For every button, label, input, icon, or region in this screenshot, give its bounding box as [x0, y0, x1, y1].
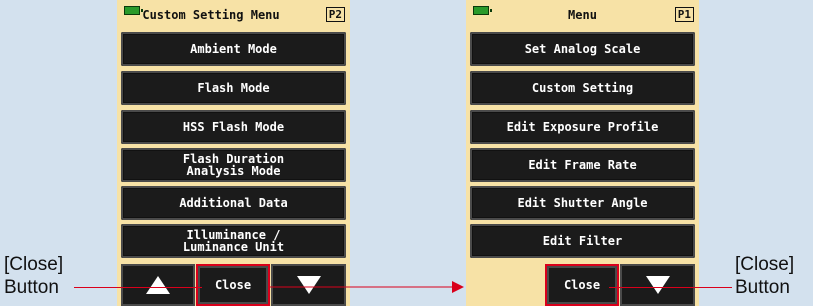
left-callout-label: [Close] Button — [4, 253, 63, 299]
menu-item-flash-duration-analysis-mode[interactable]: Flash Duration Analysis Mode — [121, 148, 346, 182]
page-indicator: P2 — [325, 7, 345, 22]
menu-item-additional-data[interactable]: Additional Data — [121, 186, 346, 220]
connector-arrow-icon — [270, 281, 464, 293]
menu-item-hss-flash-mode[interactable]: HSS Flash Mode — [121, 110, 346, 144]
screen-header: Menu P1 — [466, 0, 699, 27]
triangle-down-icon — [645, 276, 670, 294]
menu-item-custom-setting[interactable]: Custom Setting — [470, 71, 695, 105]
page-indicator: P1 — [674, 7, 694, 22]
custom-setting-menu-screen: Custom Setting Menu P2 Ambient Mode Flas… — [117, 0, 350, 306]
menu-item-illuminance-luminance-unit[interactable]: Illuminance / Luminance Unit — [121, 224, 346, 258]
screen-title: Menu — [568, 8, 597, 22]
menu-screen: Menu P1 Set Analog Scale Custom Setting … — [466, 0, 699, 306]
menu-item-edit-exposure-profile[interactable]: Edit Exposure Profile — [470, 110, 695, 144]
menu-item-set-analog-scale[interactable]: Set Analog Scale — [470, 32, 695, 66]
menu-item-edit-filter[interactable]: Edit Filter — [470, 224, 695, 258]
menu-item-edit-shutter-angle[interactable]: Edit Shutter Angle — [470, 186, 695, 220]
right-callout-label: [Close] Button — [735, 253, 794, 299]
close-button[interactable]: Close — [196, 264, 270, 306]
callout-line2: Button — [735, 277, 790, 298]
left-callout-line — [74, 287, 202, 288]
callout-line1: [Close] — [4, 254, 64, 275]
menu-item-flash-mode[interactable]: Flash Mode — [121, 71, 346, 105]
page-down-button[interactable] — [620, 264, 695, 306]
screen-header: Custom Setting Menu P2 — [117, 0, 350, 27]
callout-line1: [Close] — [735, 254, 795, 275]
menu-item-ambient-mode[interactable]: Ambient Mode — [121, 32, 346, 66]
close-button[interactable]: Close — [545, 264, 619, 306]
right-callout-line — [609, 287, 732, 288]
triangle-up-icon — [146, 276, 170, 294]
screen-title: Custom Setting Menu — [142, 8, 280, 22]
page-up-button[interactable] — [121, 264, 195, 306]
callout-line2: Button — [4, 277, 59, 298]
menu-item-edit-frame-rate[interactable]: Edit Frame Rate — [470, 148, 695, 182]
